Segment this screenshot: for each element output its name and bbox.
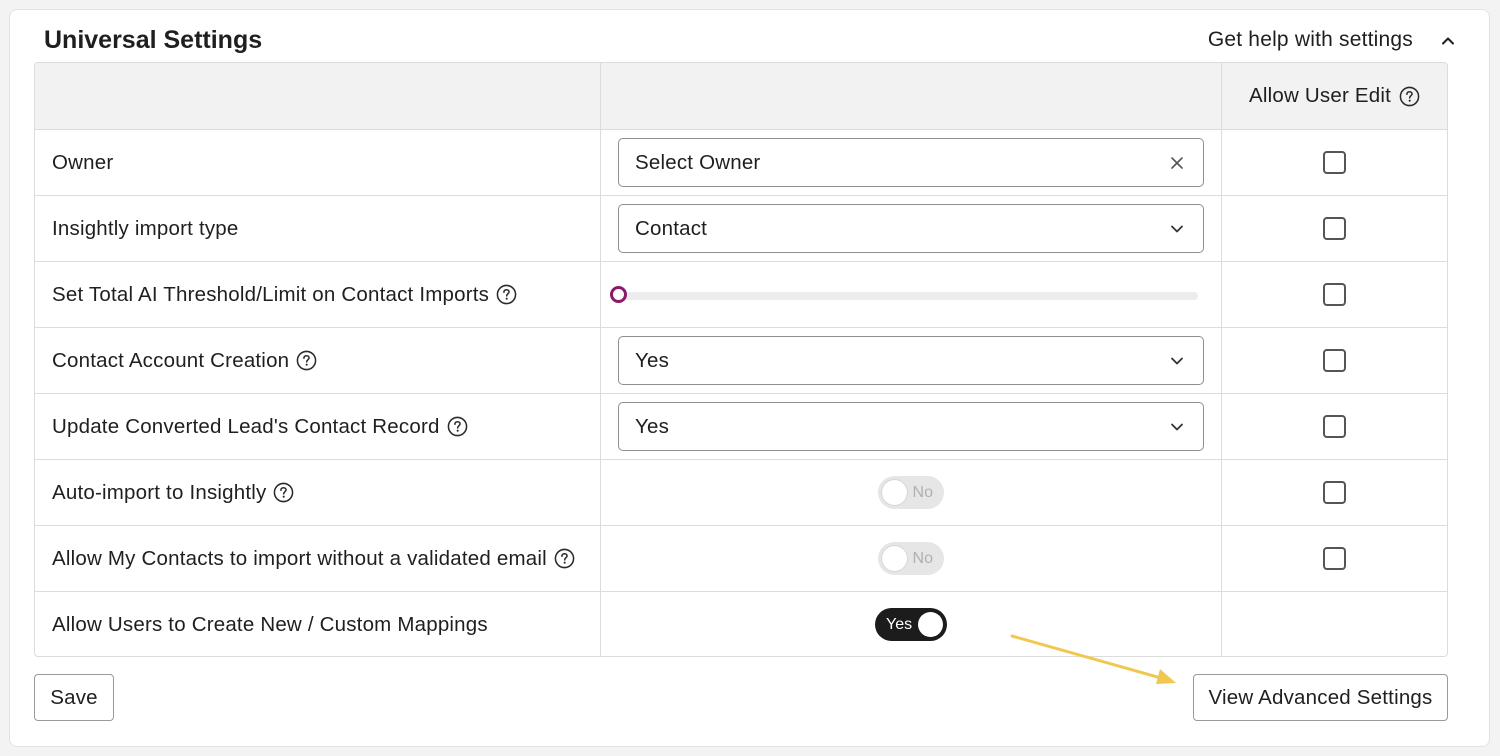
setting-label-ai-threshold: Set Total AI Threshold/Limit on Contact … — [52, 282, 490, 306]
setting-label-auto-import: Auto-import to Insightly — [52, 480, 267, 504]
table-row: Allow My Contacts to import without a va… — [35, 525, 1447, 591]
allow-user-edit-header: Allow User Edit — [1249, 84, 1391, 107]
owner-select[interactable]: Select Owner — [618, 138, 1204, 187]
header-cell-value — [601, 63, 1222, 129]
toggle-knob — [918, 612, 943, 637]
clear-owner-button[interactable] — [1167, 153, 1187, 173]
empty-allow-edit-cell — [1222, 592, 1447, 656]
chevron-down-icon — [1171, 225, 1183, 232]
allow-edit-checkbox-import-without-email[interactable] — [1323, 547, 1346, 570]
toggle-state-label: No — [912, 549, 933, 567]
help-icon[interactable] — [1399, 86, 1420, 107]
save-button[interactable]: Save — [34, 674, 114, 721]
close-icon — [1171, 156, 1183, 169]
collapse-button[interactable] — [1435, 28, 1461, 54]
owner-select-placeholder: Select Owner — [635, 150, 761, 174]
table-row: Owner Select Owner — [35, 129, 1447, 195]
get-help-link[interactable]: Get help with settings — [1208, 28, 1413, 52]
ai-threshold-slider[interactable] — [610, 285, 1198, 305]
help-icon[interactable] — [554, 548, 575, 569]
chevron-down-icon — [1171, 423, 1183, 430]
table-row: Contact Account Creation Yes — [35, 327, 1447, 393]
chevron-up-icon — [1442, 37, 1454, 45]
page-title: Universal Settings — [44, 26, 263, 54]
slider-thumb[interactable] — [610, 285, 627, 303]
chevron-down-icon — [1171, 357, 1183, 364]
allow-edit-checkbox-owner[interactable] — [1323, 151, 1346, 174]
setting-label-update-converted-lead: Update Converted Lead's Contact Record — [52, 414, 440, 438]
table-header-row: Allow User Edit — [35, 63, 1447, 129]
annotation-arrow-icon — [1010, 634, 1176, 684]
toggle-knob — [882, 480, 907, 505]
help-icon[interactable] — [496, 284, 517, 305]
import-type-value: Contact — [635, 216, 708, 240]
allow-edit-checkbox-update-converted-lead[interactable] — [1323, 415, 1346, 438]
allow-edit-checkbox-contact-account-creation[interactable] — [1323, 349, 1346, 372]
table-row: Update Converted Lead's Contact Record Y… — [35, 393, 1447, 459]
table-row: Insightly import type Contact — [35, 195, 1447, 261]
contact-account-creation-select[interactable]: Yes — [618, 336, 1204, 385]
toggle-knob — [882, 546, 907, 571]
table-row: Allow Users to Create New / Custom Mappi… — [35, 591, 1447, 656]
help-icon[interactable] — [296, 350, 317, 371]
help-icon[interactable] — [447, 416, 468, 437]
setting-label-contact-account-creation: Contact Account Creation — [52, 348, 290, 372]
contact-account-creation-value: Yes — [635, 348, 670, 372]
table-row: Auto-import to Insightly No — [35, 459, 1447, 525]
import-type-select[interactable]: Contact — [618, 204, 1204, 253]
setting-label-import-without-email: Allow My Contacts to import without a va… — [52, 546, 547, 570]
settings-table: Allow User Edit Owner Select Owner Insig… — [34, 62, 1448, 657]
allow-edit-checkbox-ai-threshold[interactable] — [1323, 283, 1346, 306]
header-cell-setting — [35, 63, 601, 129]
update-converted-lead-select[interactable]: Yes — [618, 402, 1204, 451]
header-cell-allow-edit: Allow User Edit — [1222, 63, 1447, 129]
table-row: Set Total AI Threshold/Limit on Contact … — [35, 261, 1447, 327]
import-without-email-toggle[interactable]: No — [878, 542, 944, 575]
toggle-state-label: No — [912, 483, 933, 501]
toggle-state-label: Yes — [886, 615, 913, 633]
auto-import-toggle[interactable]: No — [878, 476, 944, 509]
update-converted-lead-value: Yes — [635, 414, 670, 438]
setting-label-owner: Owner — [52, 150, 114, 174]
setting-label-custom-mappings: Allow Users to Create New / Custom Mappi… — [52, 612, 488, 636]
setting-label-import-type: Insightly import type — [52, 216, 239, 240]
slider-track[interactable] — [616, 291, 1198, 300]
custom-mappings-toggle[interactable]: Yes — [875, 608, 947, 641]
view-advanced-settings-button[interactable]: View Advanced Settings — [1193, 674, 1448, 721]
allow-edit-checkbox-import-type[interactable] — [1323, 217, 1346, 240]
help-icon[interactable] — [273, 482, 294, 503]
allow-edit-checkbox-auto-import[interactable] — [1323, 481, 1346, 504]
